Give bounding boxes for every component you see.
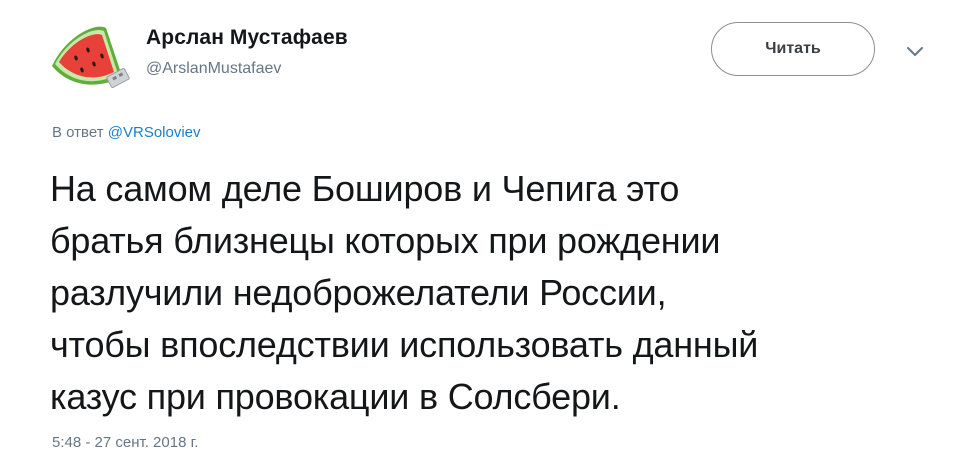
chevron-down-icon	[907, 47, 923, 56]
author-handle[interactable]: @ArslanMustafaev	[146, 60, 281, 78]
tweet-text-line: чтобы впоследствии использовать данный	[50, 324, 759, 365]
author-name[interactable]: Арслан Мустафаев	[146, 26, 348, 50]
tweet-timestamp[interactable]: 5:48 - 27 сент. 2018 г.	[52, 434, 198, 451]
tweet-text-line: казус при провокации в Солсбери.	[50, 376, 621, 417]
tweet-text-line: На самом деле Боширов и Чепига это	[50, 168, 680, 209]
more-options-button[interactable]	[900, 40, 930, 64]
tweet-card: Арслан Мустафаев @ArslanMustafaev Читать…	[0, 0, 960, 472]
reply-context: В ответ @VRSoloviev	[52, 124, 201, 141]
reply-prefix: В ответ	[52, 124, 104, 141]
watermelon-usb-icon	[52, 26, 130, 88]
reply-mention-link[interactable]: @VRSoloviev	[108, 124, 201, 141]
tweet-text-line: братья близнецы которых при рождении	[50, 220, 721, 261]
avatar[interactable]	[44, 14, 134, 104]
tweet-text-line: разлучили недоброжелатели России,	[50, 272, 667, 313]
tweet-text: На самом деле Боширов и Чепига это брать…	[50, 163, 940, 423]
follow-button[interactable]: Читать	[711, 22, 875, 76]
